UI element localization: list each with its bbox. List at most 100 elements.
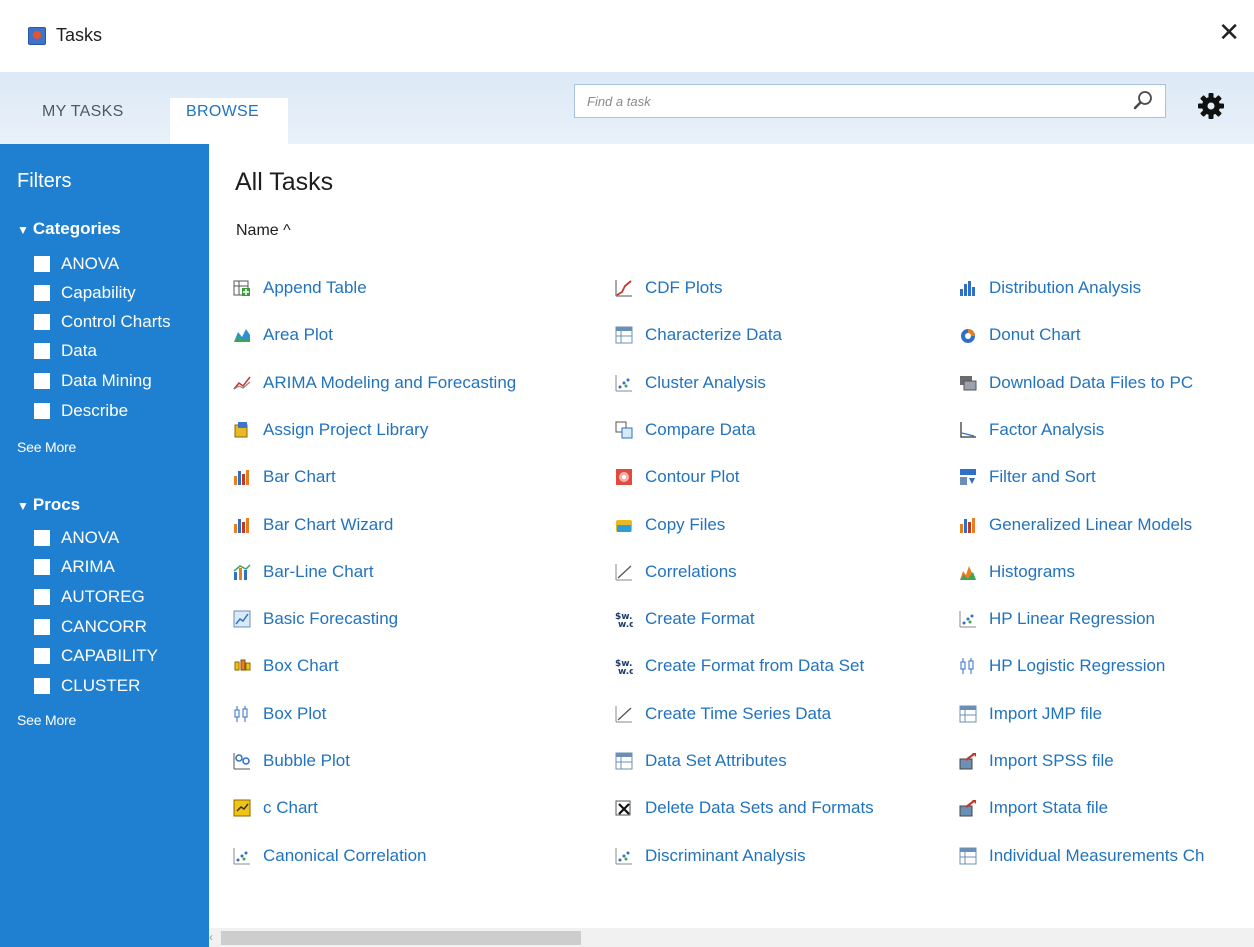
task-link[interactable]: c Chart <box>233 796 318 820</box>
task-link[interactable]: Box Plot <box>233 702 326 726</box>
task-label: Append Table <box>263 278 367 297</box>
task-label: Compare Data <box>645 420 756 439</box>
table-icon <box>959 847 977 865</box>
checkbox[interactable] <box>34 373 50 389</box>
close-icon[interactable]: ✕ <box>1218 19 1240 45</box>
filter-category-control-charts[interactable]: Control Charts <box>34 310 171 334</box>
task-link[interactable]: Area Plot <box>233 323 333 347</box>
task-link[interactable]: HP Logistic Regression <box>959 654 1165 678</box>
header-bar: MY TASKS BROWSE <box>0 72 1254 144</box>
filter-proc-arima[interactable]: ARIMA <box>34 555 115 579</box>
task-link[interactable]: Create Time Series Data <box>615 702 831 726</box>
task-link[interactable]: $w. w.d Create Format from Data Set <box>615 654 864 678</box>
task-link[interactable]: Bar Chart <box>233 465 336 489</box>
task-link[interactable]: HP Linear Regression <box>959 607 1155 631</box>
task-link[interactable]: Compare Data <box>615 418 756 442</box>
filter-proc-cluster[interactable]: CLUSTER <box>34 674 140 698</box>
checkbox[interactable] <box>34 314 50 330</box>
task-link[interactable]: Factor Analysis <box>959 418 1104 442</box>
task-link[interactable]: Characterize Data <box>615 323 782 347</box>
checkbox[interactable] <box>34 343 50 359</box>
filter-proc-cancorr[interactable]: CANCORR <box>34 615 147 639</box>
task-link[interactable]: Box Chart <box>233 654 339 678</box>
import-icon <box>959 800 976 817</box>
task-label: Box Plot <box>263 704 327 723</box>
task-link[interactable]: Download Data Files to PC <box>959 371 1193 395</box>
checkbox[interactable] <box>34 619 50 635</box>
task-link[interactable]: Delete Data Sets and Formats <box>615 796 874 820</box>
filter-category-anova[interactable]: ANOVA <box>34 252 119 276</box>
histogram-icon <box>960 566 976 580</box>
task-link[interactable]: Import Stata file <box>959 796 1108 820</box>
task-link[interactable]: Donut Chart <box>959 323 1081 347</box>
checkbox[interactable] <box>34 256 50 272</box>
checkbox-label: ARIMA <box>61 557 115 576</box>
filter-category-data[interactable]: Data <box>34 339 97 363</box>
task-link[interactable]: Histograms <box>959 560 1075 584</box>
task-link[interactable]: Cluster Analysis <box>615 371 766 395</box>
procs-see-more-link[interactable]: See More <box>17 712 76 728</box>
search-input[interactable] <box>585 85 1109 117</box>
task-label: Correlations <box>645 562 737 581</box>
checkbox[interactable] <box>34 285 50 301</box>
svg-text:w.d: w.d <box>618 620 633 628</box>
gear-icon[interactable] <box>1196 91 1226 121</box>
checkbox[interactable] <box>34 589 50 605</box>
task-link[interactable]: $w. w.d Create Format <box>615 607 755 631</box>
import-icon <box>959 753 976 770</box>
task-link[interactable]: Contour Plot <box>615 465 740 489</box>
tab-browse[interactable]: BROWSE <box>186 103 259 121</box>
checkbox-label: Describe <box>61 401 129 420</box>
search-icon[interactable] <box>1131 89 1155 113</box>
checkbox[interactable] <box>34 530 50 546</box>
filter-category-capability[interactable]: Capability <box>34 281 136 305</box>
tab-my-tasks[interactable]: MY TASKS <box>42 103 124 121</box>
categories-header[interactable]: ▼ Categories <box>17 219 121 239</box>
filter-proc-anova[interactable]: ANOVA <box>34 526 119 550</box>
task-label: Import SPSS file <box>989 751 1114 770</box>
checkbox[interactable] <box>34 403 50 419</box>
task-label: Individual Measurements Ch <box>989 846 1205 865</box>
task-link[interactable]: Bar Chart Wizard <box>233 513 393 537</box>
task-link[interactable]: Filter and Sort <box>959 465 1096 489</box>
task-link[interactable]: Import JMP file <box>959 702 1102 726</box>
format-icon: $w.w.d <box>615 659 633 675</box>
task-link[interactable]: Individual Measurements Ch <box>959 844 1204 868</box>
task-link[interactable]: Distribution Analysis <box>959 276 1141 300</box>
checkbox[interactable] <box>34 648 50 664</box>
procs-header[interactable]: ▼ Procs <box>17 495 80 515</box>
scroll-left-icon[interactable]: ‹ <box>209 930 213 944</box>
filter-category-data-mining[interactable]: Data Mining <box>34 369 152 393</box>
checkbox[interactable] <box>34 678 50 694</box>
task-link[interactable]: Canonical Correlation <box>233 844 426 868</box>
delete-icon <box>615 800 631 816</box>
task-link[interactable]: Copy Files <box>615 513 725 537</box>
table-icon <box>615 752 633 770</box>
task-link[interactable]: Import SPSS file <box>959 749 1114 773</box>
task-link[interactable]: Assign Project Library <box>233 418 428 442</box>
task-link[interactable]: Bubble Plot <box>233 749 350 773</box>
filter-proc-capability[interactable]: CAPABILITY <box>34 644 158 668</box>
task-label: Filter and Sort <box>989 467 1096 486</box>
filter-category-describe[interactable]: Describe <box>34 399 128 423</box>
task-link[interactable]: Correlations <box>615 560 737 584</box>
sort-by-name-button[interactable]: Name ^ <box>236 222 291 240</box>
task-link[interactable]: Discriminant Analysis <box>615 844 806 868</box>
task-link[interactable]: ARIMA Modeling and Forecasting <box>233 371 516 395</box>
contour-plot-icon <box>616 469 632 485</box>
bar-chart-icon <box>234 470 249 485</box>
scrollbar-thumb[interactable] <box>221 931 581 945</box>
task-link[interactable]: CDF Plots <box>615 276 722 300</box>
task-link[interactable]: Bar-Line Chart <box>233 560 374 584</box>
task-link[interactable]: Data Set Attributes <box>615 749 787 773</box>
filter-proc-autoreg[interactable]: AUTOREG <box>34 585 145 609</box>
task-label: Import Stata file <box>989 798 1109 817</box>
task-link[interactable]: Basic Forecasting <box>233 607 398 631</box>
checkbox[interactable] <box>34 559 50 575</box>
task-link[interactable]: Generalized Linear Models <box>959 513 1192 537</box>
bar-line-chart-icon <box>233 564 251 580</box>
scatter-icon <box>233 848 250 865</box>
categories-see-more-link[interactable]: See More <box>17 439 76 455</box>
task-link[interactable]: Append Table <box>233 276 367 300</box>
horizontal-scrollbar[interactable]: ‹ <box>209 928 1254 947</box>
